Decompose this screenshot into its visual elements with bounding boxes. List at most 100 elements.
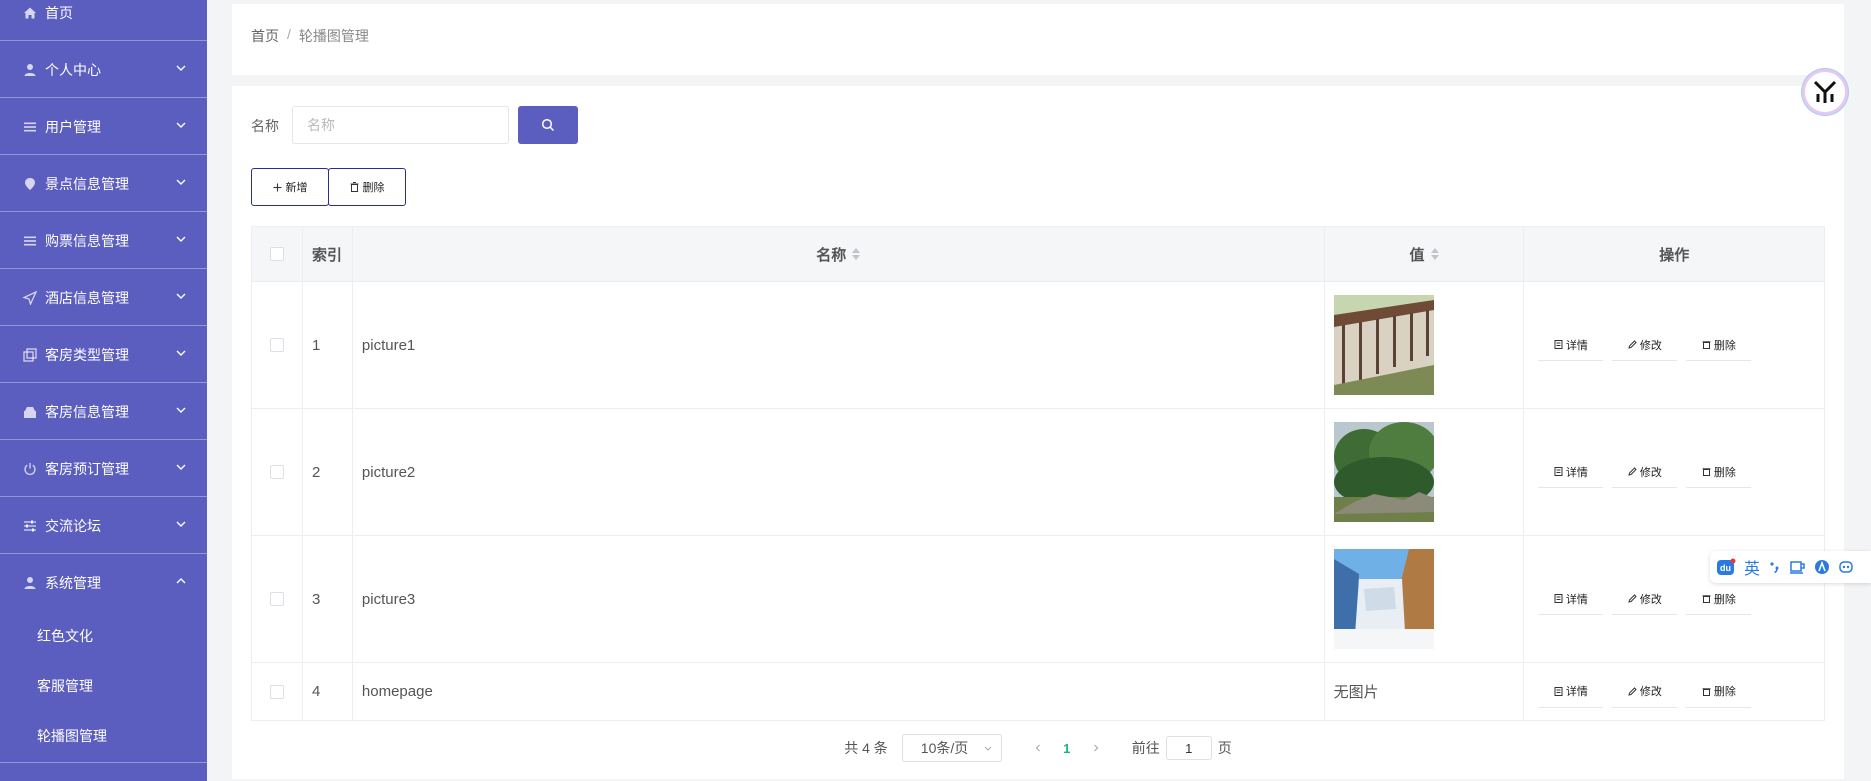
- ime-cup-icon[interactable]: [1790, 560, 1806, 574]
- edit-button[interactable]: 修改: [1612, 456, 1678, 488]
- delete-label: 删除: [1713, 686, 1736, 698]
- trash-icon: [350, 182, 358, 192]
- row-name: picture2: [353, 409, 1325, 535]
- edit-button[interactable]: 修改: [1612, 329, 1678, 361]
- trash-icon: [1702, 341, 1711, 349]
- data-table: 索引 名称 值 操作 1 picture1 详情 修改 删除 2 picture…: [251, 226, 1825, 721]
- prev-page-button[interactable]: [1024, 734, 1052, 762]
- search-input[interactable]: [292, 106, 509, 144]
- search-button[interactable]: [518, 106, 578, 144]
- table-row: 4 homepage 无图片 详情 修改 删除: [252, 663, 1824, 721]
- corridor-image[interactable]: [1333, 295, 1434, 395]
- plus-icon: [273, 183, 281, 191]
- row-name: picture3: [353, 536, 1325, 662]
- breadcrumb-separator: /: [287, 26, 291, 42]
- goto-page-input[interactable]: [1165, 736, 1212, 760]
- breadcrumb-home[interactable]: 首页: [251, 26, 279, 46]
- sidebar-item-label: 购票信息管理: [45, 232, 129, 249]
- row-checkbox[interactable]: [269, 592, 284, 606]
- submenu-item-red-culture[interactable]: 红色文化: [0, 611, 207, 661]
- page-size-select[interactable]: 10条/页: [901, 734, 1002, 762]
- chevron-left-icon: [1035, 744, 1040, 752]
- edit-icon: [1628, 686, 1637, 696]
- page-number[interactable]: 1: [1052, 734, 1082, 762]
- edit-icon: [1628, 340, 1637, 349]
- detail-button[interactable]: 详情: [1538, 583, 1604, 615]
- sidebar-item-scenic-spots[interactable]: 景点信息管理: [0, 156, 207, 212]
- chevron-down-icon: [176, 407, 186, 413]
- ime-language-toggle[interactable]: 英: [1744, 555, 1760, 579]
- sidebar-item-system[interactable]: 系统管理: [0, 555, 207, 611]
- ime-skin-icon[interactable]: [1814, 559, 1830, 575]
- detail-button[interactable]: 详情: [1538, 676, 1604, 708]
- sidebar-item-user-management[interactable]: 用户管理: [0, 99, 207, 155]
- chevron-down-icon: [176, 122, 186, 128]
- submenu-item-carousel[interactable]: 轮播图管理: [0, 711, 207, 761]
- table-row: 1 picture1 详情 修改 删除: [252, 282, 1824, 409]
- logo-icon: [1813, 80, 1837, 103]
- trash-icon: [1702, 595, 1711, 603]
- sidebar-item-forum[interactable]: 交流论坛: [0, 498, 207, 554]
- sidebar-item-label: 系统管理: [45, 575, 101, 591]
- sliders-icon: [21, 517, 39, 535]
- edit-label: 修改: [1639, 339, 1662, 352]
- row-checkbox[interactable]: [269, 338, 284, 352]
- chevron-up-icon: [176, 578, 186, 584]
- delete-button[interactable]: 删除: [328, 168, 406, 206]
- waterfall-image[interactable]: [1333, 549, 1434, 649]
- select-all-checkbox[interactable]: [269, 247, 284, 261]
- delete-row-button[interactable]: 删除: [1686, 676, 1752, 708]
- ime-logo-icon[interactable]: du: [1716, 558, 1736, 576]
- header-name[interactable]: 名称: [353, 227, 1325, 281]
- location-icon: [21, 175, 39, 193]
- ime-punctuation-icon[interactable]: [1768, 560, 1782, 574]
- delete-row-button[interactable]: 删除: [1686, 456, 1752, 488]
- sort-icon[interactable]: [1430, 248, 1439, 260]
- edit-button[interactable]: 修改: [1612, 583, 1678, 615]
- divider: [0, 762, 207, 763]
- table-row: 2 picture2 详情 修改 删除: [252, 409, 1824, 536]
- submenu-item-label: 轮播图管理: [37, 728, 107, 744]
- sidebar-item-tickets[interactable]: 购票信息管理: [0, 213, 207, 269]
- delete-row-button[interactable]: 删除: [1686, 329, 1752, 361]
- header-value[interactable]: 值: [1325, 227, 1525, 281]
- detail-button[interactable]: 详情: [1538, 456, 1604, 488]
- sort-icon[interactable]: [852, 248, 861, 260]
- sidebar-item-hotels[interactable]: 酒店信息管理: [0, 270, 207, 326]
- sidebar-item-room-types[interactable]: 客房类型管理: [0, 327, 207, 383]
- sidebar-item-rooms[interactable]: 客房信息管理: [0, 384, 207, 440]
- sidebar-item-bookings[interactable]: 客房预订管理: [0, 441, 207, 497]
- sidebar: 首页 个人中心 用户管理 景点信息管理 购票信息管理 酒店信息管理 客房类型管理…: [0, 0, 207, 781]
- user-icon: [21, 61, 39, 79]
- home-icon: [21, 4, 39, 22]
- header-name-label: 名称: [816, 246, 847, 264]
- detail-button[interactable]: 详情: [1538, 329, 1604, 361]
- chevron-down-icon: [984, 746, 992, 751]
- assistant-float-button[interactable]: [1802, 69, 1848, 115]
- delete-label: 删除: [1713, 339, 1736, 352]
- breadcrumb-current: 轮播图管理: [298, 28, 369, 44]
- garden-image[interactable]: [1333, 422, 1434, 522]
- row-checkbox[interactable]: [269, 465, 284, 479]
- delete-row-button[interactable]: 删除: [1686, 583, 1752, 615]
- delete-label: 删除: [1713, 593, 1736, 606]
- row-checkbox[interactable]: [269, 684, 284, 699]
- table-header: 索引 名称 值 操作: [252, 227, 1824, 282]
- row-index: 1: [303, 282, 353, 408]
- ime-robot-icon[interactable]: [1838, 559, 1854, 575]
- row-value: 无图片: [1325, 663, 1525, 720]
- document-icon: [1554, 686, 1563, 696]
- add-button[interactable]: 新增: [251, 168, 329, 206]
- edit-button[interactable]: 修改: [1612, 676, 1678, 708]
- row-index: 4: [303, 663, 353, 720]
- chevron-down-icon: [176, 293, 186, 299]
- next-page-button[interactable]: [1082, 734, 1110, 762]
- document-icon: [1554, 594, 1563, 603]
- sidebar-item-home[interactable]: 首页: [0, 0, 207, 41]
- sidebar-item-personal-center[interactable]: 个人中心: [0, 42, 207, 98]
- row-select: [252, 409, 303, 535]
- submenu-item-customer-service[interactable]: 客服管理: [0, 661, 207, 711]
- trash-icon: [1702, 468, 1711, 476]
- sidebar-item-label: 个人中心: [45, 61, 101, 78]
- goto-page: 前往 页: [1132, 736, 1232, 760]
